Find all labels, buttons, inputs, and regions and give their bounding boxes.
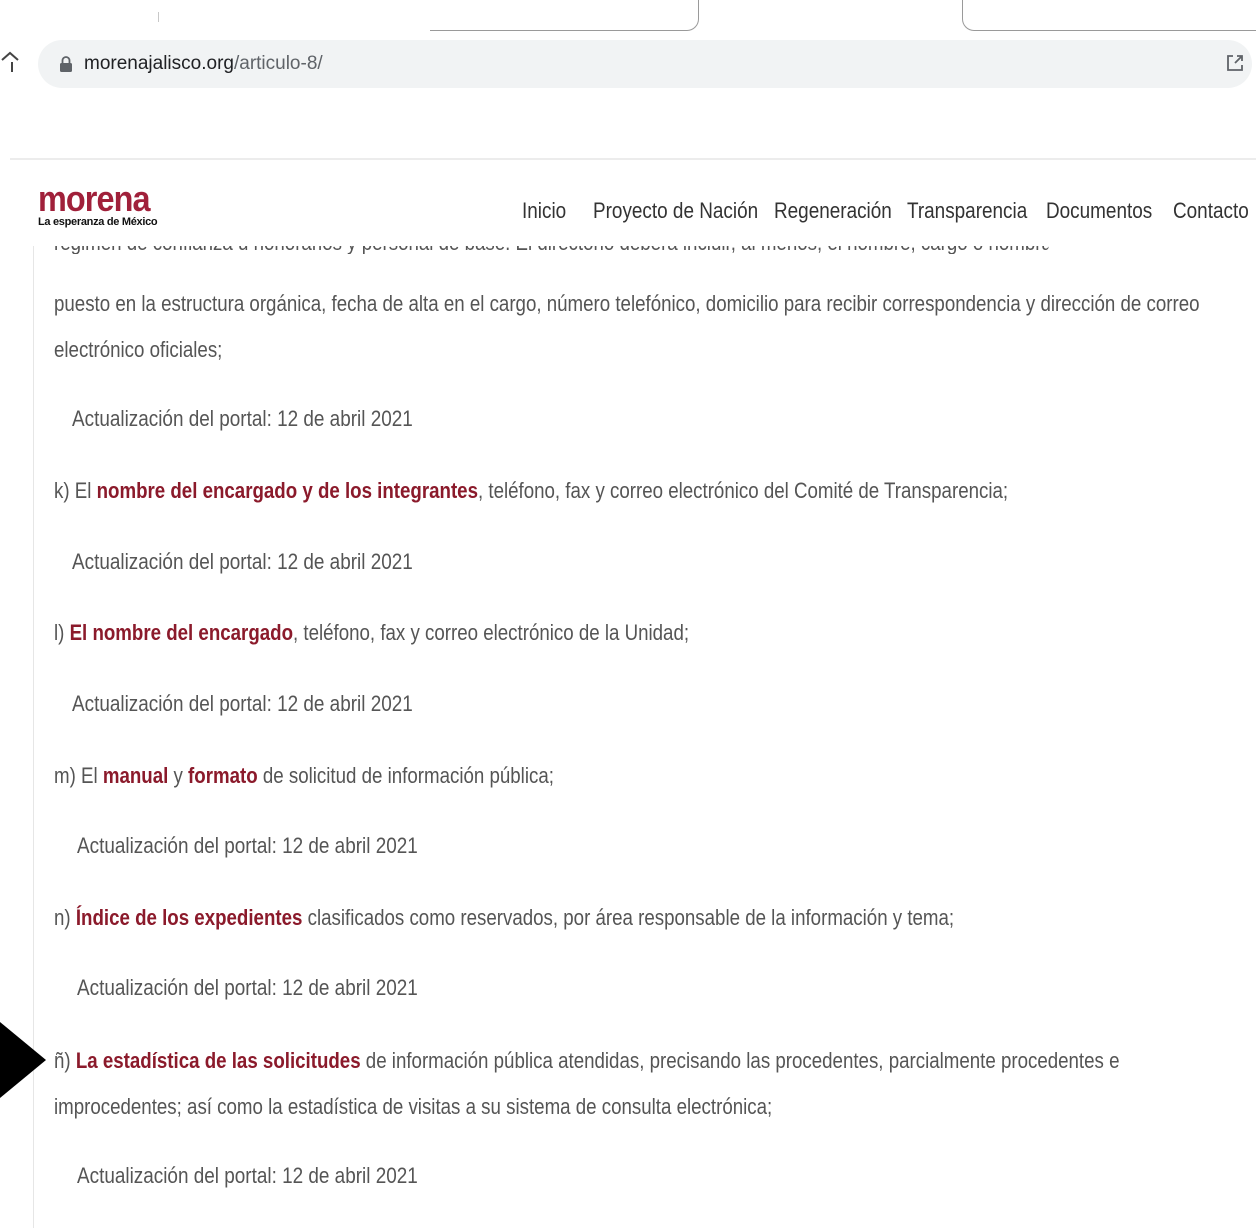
update-date: Actualización del portal: 12 de abril 20…	[77, 1163, 418, 1188]
item-n-prefix: n)	[54, 905, 76, 930]
link-indice-expedientes[interactable]: Índice de los expedientes	[76, 905, 303, 930]
item-n-suffix: clasificados como reservados, por área r…	[302, 905, 955, 930]
link-encargado-unidad[interactable]: El nombre del encargado	[70, 620, 293, 645]
nav-contacto[interactable]: Contacto	[1173, 198, 1249, 224]
url-domain: morenajalisco.org	[84, 53, 234, 74]
link-formato[interactable]: formato	[188, 763, 258, 788]
link-manual[interactable]: manual	[103, 763, 168, 788]
update-date: Actualización del portal: 12 de abril 20…	[72, 549, 413, 574]
arrow-pointer-marker	[0, 1022, 46, 1098]
update-date: Actualización del portal: 12 de abril 20…	[72, 691, 413, 716]
nav-documentos[interactable]: Documentos	[1046, 198, 1152, 224]
share-icon[interactable]	[1224, 52, 1246, 74]
item-m-prefix: m) El	[54, 763, 103, 788]
tab-strip	[0, 0, 1256, 36]
main-nav: Inicio Proyecto de Nación Regeneración T…	[0, 198, 1256, 228]
item-m-suffix: de solicitud de información pública;	[257, 763, 554, 788]
item-j-text: puesto en la estructura orgánica, fecha …	[54, 291, 1200, 362]
item-m: m) El manual y formato de solicitud de i…	[54, 753, 1227, 799]
address-bar[interactable]: morenajalisco.org/articulo-8/	[38, 40, 1252, 88]
tab-edge	[430, 0, 699, 31]
tab-separator	[158, 12, 159, 22]
link-estadistica-solicitudes[interactable]: La estadística de las solicitudes	[76, 1048, 361, 1073]
item-l-prefix: l)	[54, 620, 70, 645]
item-k: k) El nombre del encargado y de los inte…	[54, 468, 1227, 514]
update-date: Actualización del portal: 12 de abril 20…	[77, 833, 418, 858]
item-n: n) Índice de los expedientes clasificado…	[54, 895, 1227, 941]
url-text[interactable]: morenajalisco.org/articulo-8/	[84, 53, 323, 75]
item-l: l) El nombre del encargado, teléfono, fa…	[54, 610, 1227, 656]
article-content: régimen de confianza u honorarios y pers…	[0, 246, 1256, 1228]
update-date: Actualización del portal: 12 de abril 20…	[72, 406, 413, 431]
active-tab[interactable]	[962, 0, 1256, 31]
nav-regeneracion[interactable]: Regeneración	[774, 198, 892, 224]
item-nn: ñ) La estadística de las solicitudes de …	[54, 1038, 1227, 1130]
item-k-prefix: k) El	[54, 478, 97, 503]
lock-icon[interactable]	[58, 55, 74, 73]
link-comite-integrantes[interactable]: nombre del encargado y de los integrante…	[97, 478, 478, 503]
nav-inicio[interactable]: Inicio	[522, 198, 566, 224]
nav-transparencia[interactable]: Transparencia	[907, 198, 1027, 224]
update-date: Actualización del portal: 12 de abril 20…	[77, 975, 418, 1000]
nav-proyecto-de-nacion[interactable]: Proyecto de Nación	[593, 198, 758, 224]
item-m-mid: y	[168, 763, 189, 788]
url-path: /articulo-8/	[233, 53, 323, 74]
home-icon[interactable]	[0, 50, 20, 74]
item-nn-prefix: ñ)	[54, 1048, 76, 1073]
item-l-suffix: , teléfono, fax y correo electrónico de …	[292, 620, 690, 645]
cut-off-text: régimen de confianza u honorarios y pers…	[54, 246, 1049, 254]
header-divider	[10, 158, 1256, 160]
item-k-suffix: , teléfono, fax y correo electrónico del…	[477, 478, 1009, 503]
